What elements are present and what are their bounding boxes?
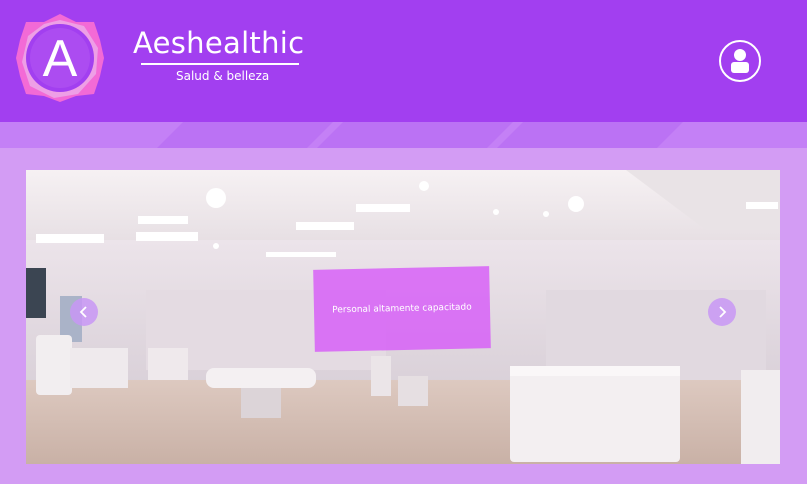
carousel-prev-button[interactable]	[70, 298, 98, 326]
logo-letter: A	[43, 30, 78, 88]
image-carousel[interactable]: Personal altamente capacitado	[26, 170, 780, 464]
brand-tagline: Salud & belleza	[176, 69, 270, 83]
chevron-right-icon	[719, 306, 727, 318]
slide-caption: Personal altamente capacitado	[313, 266, 491, 352]
brand-divider	[141, 63, 299, 65]
brand-logo[interactable]: A	[14, 12, 106, 104]
slide-caption-text: Personal altamente capacitado	[332, 302, 472, 316]
header-decorative-stripe	[0, 122, 807, 148]
brand-name[interactable]: Aeshealthic	[133, 26, 304, 60]
site-header: A Aeshealthic Salud & belleza	[0, 0, 807, 122]
user-icon	[731, 49, 749, 73]
logo-emblem-icon: A	[16, 14, 104, 102]
carousel-next-button[interactable]	[708, 298, 736, 326]
chevron-left-icon	[79, 306, 87, 318]
user-account-button[interactable]	[719, 40, 761, 82]
